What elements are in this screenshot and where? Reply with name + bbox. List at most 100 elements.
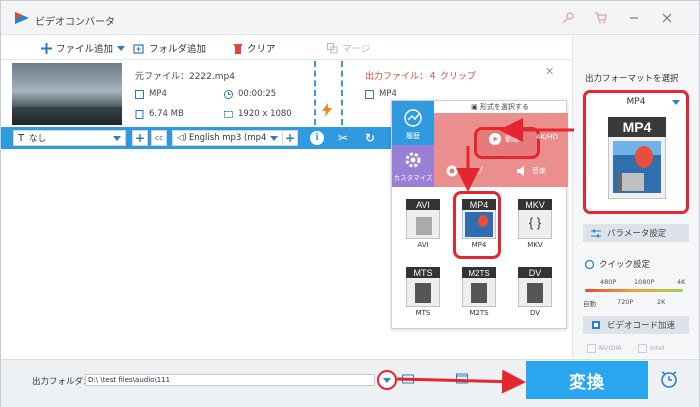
history-tab[interactable]: 履歴 bbox=[392, 101, 434, 145]
web-category[interactable]: ウェブ bbox=[446, 165, 483, 177]
file-size-icon bbox=[135, 109, 144, 119]
format-icon bbox=[365, 89, 374, 99]
trash-icon bbox=[234, 43, 242, 54]
sliders-icon bbox=[591, 229, 601, 237]
merge-icon bbox=[327, 42, 338, 53]
source-duration-value: 00:00:25 bbox=[238, 89, 277, 99]
key-icon[interactable] bbox=[561, 11, 575, 25]
lightning-icon bbox=[322, 103, 332, 117]
convert-button[interactable]: 変換 bbox=[526, 361, 648, 399]
parameter-settings-label: パラメータ設定 bbox=[607, 229, 667, 239]
rotate-icon[interactable]: ↻ bbox=[363, 131, 377, 145]
source-format: MP4 bbox=[135, 89, 167, 99]
audio-speaker-icon bbox=[517, 166, 524, 176]
nvidia-icon bbox=[587, 343, 596, 353]
source-format-value: MP4 bbox=[149, 89, 167, 99]
remove-file-icon[interactable]: ✕ bbox=[545, 65, 554, 78]
mts-icon: MTS bbox=[405, 266, 441, 308]
merge-label: マージ bbox=[342, 44, 371, 55]
mp4-badge-text: MP4 bbox=[623, 119, 652, 135]
add-audio-button[interactable]: + bbox=[282, 130, 298, 146]
source-duration: 00:00:25 bbox=[224, 89, 276, 99]
add-file-dropdown-icon[interactable] bbox=[117, 46, 125, 51]
subtitle-select[interactable]: T なし bbox=[13, 130, 126, 146]
format-tile-mkv[interactable]: MKV { } MKV bbox=[510, 197, 560, 255]
chevron-down-icon bbox=[270, 135, 278, 141]
audio-category[interactable]: 音楽 bbox=[516, 165, 546, 177]
add-file-button[interactable]: ファイル追加 bbox=[41, 41, 113, 55]
video-category[interactable]: 動画 bbox=[489, 133, 519, 145]
quality-slider[interactable] bbox=[585, 289, 683, 292]
quick-settings-icon bbox=[585, 259, 594, 269]
output-folder-dropdown[interactable] bbox=[377, 370, 397, 390]
format-picker-header-icon: ▣ bbox=[471, 103, 480, 111]
merge-button[interactable]: マージ bbox=[327, 41, 370, 55]
parameter-settings-button[interactable]: パラメータ設定 bbox=[583, 224, 689, 242]
hd-category-label: 4K/HD bbox=[536, 133, 559, 141]
source-resolution-value: 1920 x 1080 bbox=[238, 109, 292, 119]
format-tile-avi[interactable]: AVI AVI bbox=[398, 197, 448, 255]
audio-track-select[interactable]: ◁) English mp3 (mp4 bbox=[172, 130, 283, 146]
settings-gear-icon bbox=[405, 152, 421, 168]
clear-button[interactable]: クリア bbox=[233, 41, 276, 55]
history-label: 履歴 bbox=[406, 132, 420, 140]
open-folder-icon[interactable] bbox=[402, 373, 414, 384]
output-format-selector[interactable]: MP4 MP4 bbox=[583, 90, 689, 214]
output-format-heading: 出力フォーマットを選択 bbox=[585, 74, 679, 84]
subtitle-value: なし bbox=[29, 134, 47, 144]
m2ts-icon: M2TS bbox=[461, 266, 497, 308]
intel-option[interactable]: Intel bbox=[638, 341, 664, 355]
quick-settings-heading: クイック設定 bbox=[585, 258, 650, 270]
format-tile-mts[interactable]: MTS MTS bbox=[398, 265, 448, 323]
subtitle-cc-icon[interactable]: cc bbox=[151, 130, 167, 146]
chip-icon bbox=[592, 321, 600, 329]
toolbar: ファイル追加 フォルダ追加 クリア マージ bbox=[1, 36, 571, 60]
output-format-value: MP4 bbox=[379, 89, 397, 99]
app-window: ビデオコンバータ ファイル追加 フォルダ追加 クリア マージ 元ファイル：222… bbox=[0, 0, 700, 407]
track-bar: T なし + cc ◁) English mp3 (mp4 + i ✂ ↻ bbox=[1, 127, 391, 149]
web-globe-icon bbox=[446, 165, 458, 177]
add-folder-button[interactable]: フォルダ追加 bbox=[133, 41, 206, 55]
source-file-title: 元ファイル：2222.mp4 bbox=[135, 72, 235, 82]
mp4-tile-highlight bbox=[453, 191, 501, 259]
quality-top-3[interactable]: 4K bbox=[677, 278, 685, 286]
divider-right bbox=[341, 61, 343, 125]
quality-top-2[interactable]: 1080P bbox=[634, 278, 654, 286]
divider-left bbox=[314, 61, 316, 125]
cart-icon[interactable] bbox=[594, 11, 608, 25]
nvidia-option[interactable]: NVIDIA bbox=[587, 341, 622, 355]
quality-top-1[interactable]: 480P bbox=[600, 278, 616, 286]
svg-text:{ }: { } bbox=[529, 215, 542, 230]
m2ts-label: M2TS bbox=[469, 309, 489, 317]
app-logo-icon bbox=[15, 12, 29, 24]
folder-icon[interactable] bbox=[456, 372, 468, 384]
minimize-icon[interactable] bbox=[627, 11, 641, 25]
output-file-title: 出力ファイル：４ クリップ bbox=[365, 72, 476, 82]
quality-bottom-1[interactable]: 自動 bbox=[583, 298, 596, 308]
mkv-label: MKV bbox=[527, 241, 543, 249]
gpu-acceleration-button[interactable]: ビデオコード加速 bbox=[583, 316, 689, 334]
format-tile-m2ts[interactable]: M2TS M2TS bbox=[454, 265, 504, 323]
mkv-icon: MKV { } bbox=[517, 198, 553, 240]
hd-category[interactable]: 4K/HD bbox=[536, 133, 558, 141]
scissors-icon[interactable]: ✂ bbox=[336, 131, 350, 145]
plus-icon bbox=[41, 42, 52, 54]
format-picker-header-label: 形式を選択する bbox=[479, 103, 529, 111]
format-tile-dv[interactable]: DV DV bbox=[510, 265, 560, 323]
quality-bottom-3[interactable]: 2K bbox=[657, 298, 665, 306]
output-path-field[interactable]: D:\ \test files\audio\111 bbox=[85, 374, 375, 386]
window-title: ビデオコンバータ bbox=[35, 17, 115, 28]
source-resolution: 1920 x 1080 bbox=[224, 109, 292, 119]
alarm-clock-icon[interactable] bbox=[659, 369, 679, 389]
info-icon[interactable]: i bbox=[310, 131, 324, 145]
video-thumbnail[interactable] bbox=[12, 63, 122, 125]
video-category-label: 動画 bbox=[505, 135, 519, 143]
customize-tab[interactable]: カスタマイズ bbox=[392, 145, 434, 187]
mkv-badge: MKV bbox=[525, 200, 545, 210]
resolution-icon bbox=[224, 110, 233, 118]
quality-bottom-2[interactable]: 720P bbox=[617, 298, 633, 306]
intel-icon bbox=[638, 343, 647, 353]
play-icon bbox=[489, 133, 501, 145]
add-subtitle-button[interactable]: + bbox=[132, 130, 148, 146]
close-window-icon[interactable] bbox=[660, 11, 674, 25]
